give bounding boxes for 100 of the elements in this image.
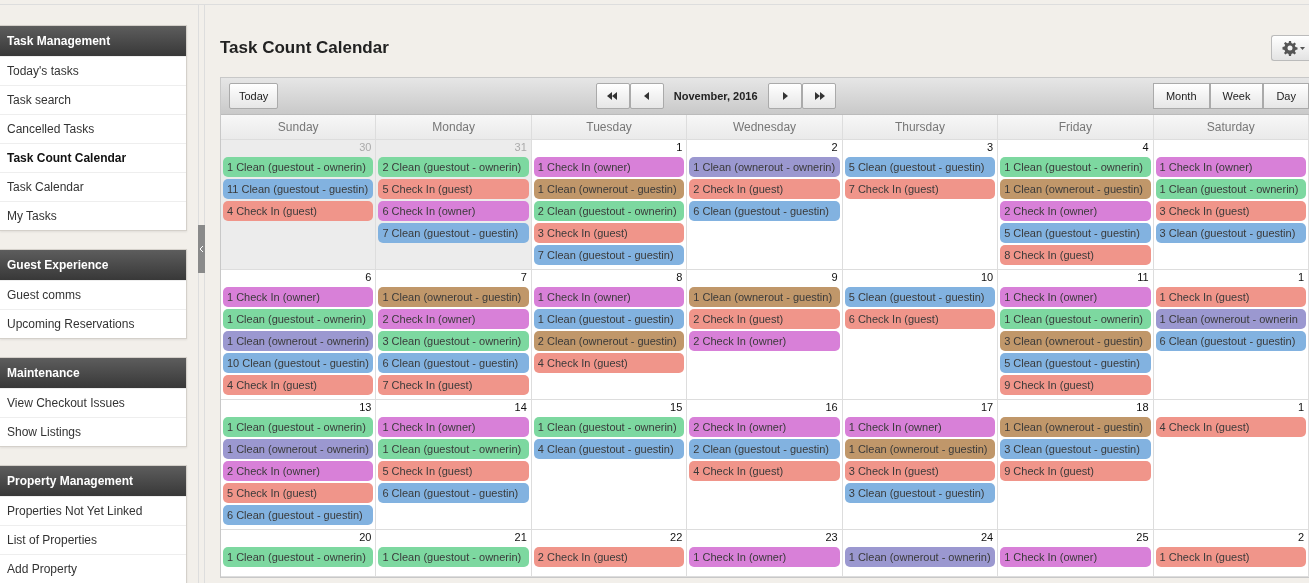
calendar-event[interactable]: 1 Clean (guestout - ownerin) (1000, 157, 1151, 177)
sidebar-item[interactable]: Upcoming Reservations (0, 309, 186, 338)
calendar-event[interactable]: 3 Check In (guest) (1155, 201, 1306, 221)
sidebar-item[interactable]: My Tasks (0, 201, 186, 230)
calendar-event[interactable]: 1 Clean (ownerout - ownerin) (689, 157, 840, 177)
sidebar-item[interactable]: Cancelled Tasks (0, 114, 186, 143)
calendar-event[interactable]: 6 Check In (owner) (378, 201, 529, 221)
calendar-event[interactable]: 2 Check In (owner) (689, 417, 840, 437)
calendar-event[interactable]: 2 Check In (owner) (1000, 201, 1151, 221)
calendar-event[interactable]: 5 Clean (guestout - guestin) (1000, 223, 1151, 243)
calendar-event[interactable]: 1 Check In (owner) (533, 287, 685, 307)
last-button[interactable] (801, 83, 836, 109)
calendar-event[interactable]: 7 Clean (guestout - guestin) (378, 223, 529, 243)
calendar-event[interactable]: 1 Check In (owner) (533, 157, 685, 177)
calendar-event[interactable]: 2 Clean (guestout - guestin) (689, 439, 840, 459)
calendar-event[interactable]: 1 Check In (owner) (378, 417, 529, 437)
calendar-event[interactable]: 2 Clean (guestout - ownerin) (533, 201, 685, 221)
sidebar-item[interactable]: View Checkout Issues (0, 388, 186, 417)
calendar-event[interactable]: 1 Check In (owner) (223, 287, 374, 307)
calendar-event[interactable]: 3 Clean (guestout - guestin) (1000, 439, 1151, 459)
calendar-event[interactable]: 11 Clean (guestout - guestin) (223, 179, 374, 199)
calendar-event[interactable]: 5 Clean (guestout - guestin) (844, 157, 996, 177)
calendar-event[interactable]: 2 Clean (guestout - ownerin) (378, 157, 529, 177)
view-button[interactable]: Day (1263, 83, 1309, 109)
calendar-event[interactable]: 1 Clean (ownerout - guestin) (689, 287, 840, 307)
previous-button[interactable] (629, 83, 664, 109)
calendar-event[interactable]: 1 Clean (guestout - ownerin) (223, 309, 374, 329)
calendar-event[interactable]: 1 Clean (ownerout - guestin) (533, 179, 685, 199)
sidebar-item[interactable]: Add Property (0, 554, 186, 583)
sidebar-item[interactable]: Task Calendar (0, 172, 186, 201)
calendar-event[interactable]: 1 Clean (ownerout - guestin) (378, 287, 529, 307)
calendar-event[interactable]: 1 Clean (ownerout - ownerin (1155, 309, 1306, 329)
calendar-event[interactable]: 2 Clean (ownerout - guestin) (533, 331, 685, 351)
calendar-event[interactable]: 1 Clean (ownerout - guestin) (1000, 179, 1151, 199)
calendar-event[interactable]: 2 Check In (owner) (223, 461, 374, 481)
sidebar-item[interactable]: Guest comms (0, 280, 186, 309)
next-button[interactable] (767, 83, 802, 109)
calendar-event[interactable]: 10 Clean (guestout - guestin) (223, 353, 374, 373)
calendar-event[interactable]: 3 Clean (guestout - ownerin) (378, 331, 529, 351)
calendar-event[interactable]: 3 Check In (guest) (844, 461, 996, 481)
calendar-event[interactable]: 5 Check In (guest) (223, 483, 374, 503)
sidebar-item[interactable]: Today's tasks (0, 56, 186, 85)
today-button[interactable]: Today (229, 83, 279, 109)
calendar-event[interactable]: 1 Clean (ownerout - guestin) (1000, 417, 1151, 437)
calendar-event[interactable]: 3 Clean (guestout - guestin) (1155, 223, 1306, 243)
calendar-event[interactable]: 1 Check In (owner) (689, 547, 840, 567)
calendar-event[interactable]: 7 Clean (guestout - guestin) (533, 245, 685, 265)
calendar-event[interactable]: 1 Clean (ownerout - ownerin) (223, 331, 374, 351)
calendar-event[interactable]: 1 Clean (guestout - ownerin) (223, 547, 374, 567)
calendar-event[interactable]: 1 Check In (guest) (1155, 547, 1306, 567)
calendar-event[interactable]: 4 Check In (guest) (223, 375, 374, 395)
sidebar-item[interactable]: Task Count Calendar (0, 143, 186, 172)
calendar-event[interactable]: 3 Clean (guestout - guestin) (844, 483, 996, 503)
sidebar-item[interactable]: Task search (0, 85, 186, 114)
calendar-event[interactable]: 5 Clean (guestout - guestin) (1000, 353, 1151, 373)
calendar-event[interactable]: 1 Check In (owner) (844, 417, 996, 437)
calendar-event[interactable]: 4 Check In (guest) (533, 353, 685, 373)
calendar-event[interactable]: 1 Check In (owner) (1000, 287, 1151, 307)
calendar-event[interactable]: 7 Check In (guest) (844, 179, 996, 199)
calendar-event[interactable]: 5 Check In (guest) (378, 461, 529, 481)
calendar-event[interactable]: 9 Check In (guest) (1000, 375, 1151, 395)
calendar-event[interactable]: 2 Check In (guest) (689, 309, 840, 329)
collapse-handle-icon[interactable] (198, 225, 205, 273)
calendar-event[interactable]: 4 Check In (guest) (223, 201, 374, 221)
calendar-event[interactable]: 3 Clean (ownerout - guestin) (1000, 331, 1151, 351)
calendar-event[interactable]: 1 Clean (ownerout - guestin) (844, 439, 996, 459)
calendar-event[interactable]: 9 Check In (guest) (1000, 461, 1151, 481)
sidebar-item[interactable]: Properties Not Yet Linked (0, 496, 186, 525)
calendar-event[interactable]: 2 Check In (guest) (533, 547, 685, 567)
calendar-event[interactable]: 5 Check In (guest) (378, 179, 529, 199)
calendar-event[interactable]: 2 Check In (owner) (378, 309, 529, 329)
calendar-event[interactable]: 6 Clean (guestout - guestin) (223, 505, 374, 525)
calendar-event[interactable]: 1 Clean (guestout - ownerin) (223, 157, 374, 177)
calendar-event[interactable]: 5 Clean (guestout - guestin) (844, 287, 996, 307)
calendar-event[interactable]: 6 Clean (guestout - guestin) (689, 201, 840, 221)
view-button[interactable]: Week (1209, 83, 1264, 109)
calendar-event[interactable]: 1 Check In (guest) (1155, 287, 1306, 307)
calendar-event[interactable]: 1 Clean (guestout - guestin) (533, 309, 685, 329)
calendar-event[interactable]: 4 Check In (guest) (689, 461, 840, 481)
calendar-event[interactable]: 3 Check In (guest) (533, 223, 685, 243)
calendar-event[interactable]: 1 Clean (ownerout - ownerin) (223, 439, 374, 459)
sidebar-item[interactable]: List of Properties (0, 525, 186, 554)
calendar-event[interactable]: 1 Clean (guestout - ownerin) (378, 547, 529, 567)
view-button[interactable]: Month (1152, 83, 1210, 109)
calendar-event[interactable]: 6 Clean (guestout - guestin) (378, 353, 529, 373)
calendar-event[interactable]: 1 Check In (owner) (1155, 157, 1306, 177)
calendar-event[interactable]: 7 Check In (guest) (378, 375, 529, 395)
calendar-event[interactable]: 1 Clean (guestout - ownerin) (533, 417, 685, 437)
calendar-event[interactable]: 8 Check In (guest) (1000, 245, 1151, 265)
calendar-event[interactable]: 6 Check In (guest) (844, 309, 996, 329)
calendar-event[interactable]: 1 Clean (guestout - ownerin) (1155, 179, 1306, 199)
calendar-event[interactable]: 2 Check In (owner) (689, 331, 840, 351)
first-button[interactable] (595, 83, 630, 109)
calendar-event[interactable]: 6 Clean (guestout - guestin) (1155, 331, 1306, 351)
calendar-event[interactable]: 4 Check In (guest) (1155, 417, 1306, 437)
calendar-event[interactable]: 1 Clean (guestout - ownerin) (223, 417, 374, 437)
calendar-event[interactable]: 4 Clean (guestout - guestin) (533, 439, 685, 459)
calendar-event[interactable]: 1 Clean (guestout - ownerin) (378, 439, 529, 459)
calendar-event[interactable]: 1 Check In (owner) (1000, 547, 1151, 567)
calendar-event[interactable]: 1 Clean (guestout - ownerin) (1000, 309, 1151, 329)
